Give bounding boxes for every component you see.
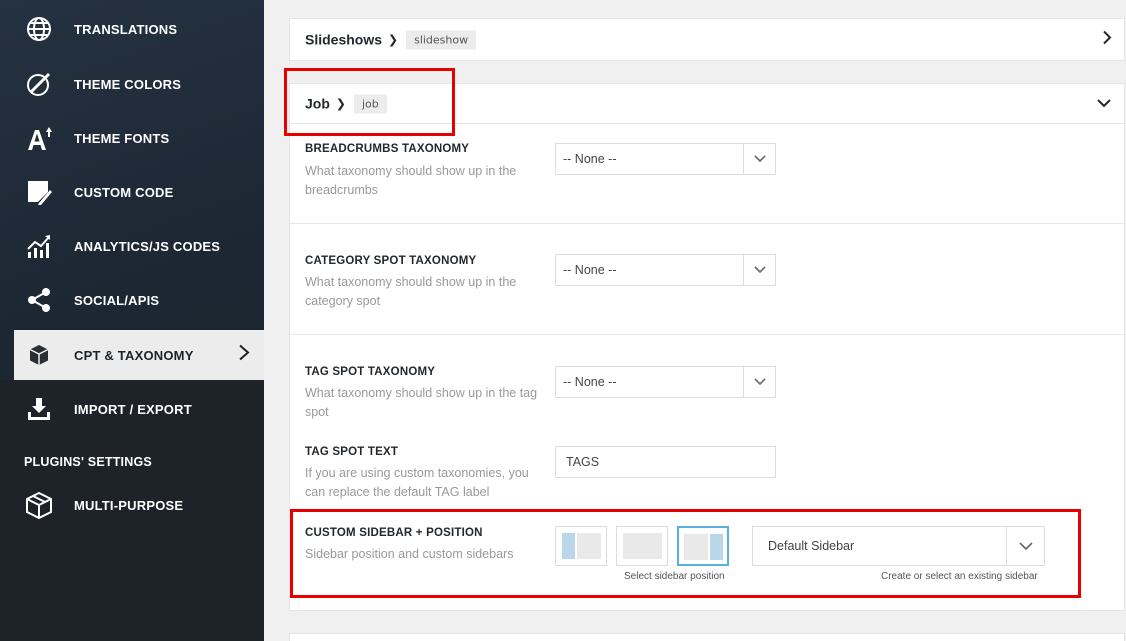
- right-sidebar-block: [710, 534, 723, 560]
- cube-icon: [24, 340, 54, 370]
- panel-job-header[interactable]: Job ❯ job: [290, 84, 1124, 124]
- field-title: CUSTOM SIDEBAR + POSITION: [305, 527, 483, 539]
- panel-slug-tag: slideshow: [406, 30, 477, 49]
- sidebar-item-label: THEME COLORS: [74, 76, 182, 92]
- sidebar-item-translations[interactable]: TRANSLATIONS: [14, 4, 264, 54]
- field-description: If you are using custom taxonomies, you …: [305, 466, 529, 499]
- sidebar-item-cpt-taxonomy[interactable]: CPT & TAXONOMY: [14, 330, 264, 380]
- chevron-right-icon[interactable]: [1102, 29, 1112, 50]
- field-title: TAG SPOT TAXONOMY: [305, 366, 436, 378]
- select-value: Default Sidebar: [768, 539, 855, 553]
- select-value: -- None --: [563, 375, 617, 389]
- content-block: [577, 533, 601, 559]
- field-description: What taxonomy should show up in the brea…: [305, 164, 517, 197]
- panel-title: Job: [305, 95, 330, 112]
- panel-title-group: Job ❯ job: [305, 94, 387, 113]
- font-icon: [24, 123, 54, 153]
- sidebar-item-label: IMPORT / EXPORT: [74, 401, 192, 417]
- field-title: CATEGORY SPOT TAXONOMY: [305, 255, 477, 267]
- sidebar-hint: Create or select an existing sidebar: [881, 571, 1038, 582]
- panel-title-group: Slideshows ❯ slideshow: [305, 30, 477, 49]
- box-icon: [24, 490, 54, 520]
- sidebar-item-label: ANALYTICS/JS CODES: [74, 238, 221, 254]
- sidebar-item-multi-purpose[interactable]: MULTI-PURPOSE: [14, 480, 264, 530]
- position-hint: Select sidebar position: [624, 571, 725, 582]
- panel-slideshows-header[interactable]: Slideshows ❯ slideshow: [289, 18, 1125, 61]
- select-value: -- None --: [563, 263, 617, 277]
- divider: [290, 223, 1124, 224]
- sidebar-item-label: MULTI-PURPOSE: [74, 497, 184, 513]
- sidebar-item-label: CPT & TAXONOMY: [74, 347, 194, 363]
- panel-title: Slideshows: [305, 31, 383, 48]
- field-description: What taxonomy should show up in the cate…: [305, 275, 517, 308]
- sidebar-item-label: THEME FONTS: [74, 130, 170, 146]
- panel-slug-tag: job: [353, 94, 387, 113]
- tag-spot-text-input[interactable]: TAGS: [555, 446, 776, 478]
- sidebar-item-theme-colors[interactable]: THEME COLORS: [14, 59, 264, 109]
- brush-icon: [24, 69, 54, 99]
- select-value: -- None --: [563, 152, 617, 166]
- chevron-right-icon: [238, 344, 250, 367]
- chevron-down-icon[interactable]: [743, 367, 775, 397]
- sidebar-item-label: SOCIAL/APIS: [74, 292, 160, 308]
- field-description: Sidebar position and custom sidebars: [305, 547, 514, 561]
- caret-right-icon: ❯: [388, 32, 399, 47]
- breadcrumbs-taxonomy-select[interactable]: -- None --: [555, 143, 776, 175]
- field-title: TAG SPOT TEXT: [305, 446, 399, 458]
- divider: [290, 334, 1124, 335]
- sidebar-item-label: CUSTOM CODE: [74, 184, 174, 200]
- content-block: [623, 533, 662, 559]
- chart-icon: [24, 231, 54, 261]
- category-spot-taxonomy-select[interactable]: -- None --: [555, 254, 776, 286]
- sidebar-position-none[interactable]: [616, 526, 668, 566]
- sidebar-item-import-export[interactable]: IMPORT / EXPORT: [14, 384, 264, 434]
- code-icon: [24, 177, 54, 207]
- caret-right-icon: ❯: [335, 96, 346, 111]
- globe-icon: [24, 14, 54, 44]
- sidebar-position-right[interactable]: [677, 526, 729, 566]
- download-icon: [24, 394, 54, 424]
- chevron-down-icon[interactable]: [1006, 527, 1044, 565]
- custom-sidebar-row: CUSTOM SIDEBAR + POSITION Sidebar positi…: [290, 510, 1124, 610]
- panel-job: Job ❯ job BREADCRUMBS TAXONOMY What taxo…: [289, 83, 1125, 611]
- chevron-down-icon[interactable]: [1096, 95, 1112, 113]
- sidebar-item-label: TRANSLATIONS: [74, 21, 178, 37]
- sidebar-position-left[interactable]: [555, 526, 607, 566]
- left-sidebar-block: [562, 533, 575, 559]
- sidebar-item-theme-fonts[interactable]: THEME FONTS: [14, 113, 264, 163]
- sidebar-item-custom-code[interactable]: CUSTOM CODE: [14, 167, 264, 217]
- admin-sidebar: TRANSLATIONS THEME COLORS THEME FONTS CU…: [0, 0, 264, 641]
- chevron-down-icon[interactable]: [743, 144, 775, 174]
- tag-spot-taxonomy-select[interactable]: -- None --: [555, 366, 776, 398]
- sidebar-item-social[interactable]: SOCIAL/APIS: [14, 275, 264, 325]
- field-title: BREADCRUMBS TAXONOMY: [305, 143, 470, 155]
- chevron-down-icon[interactable]: [743, 255, 775, 285]
- content-block: [684, 534, 708, 560]
- share-icon: [24, 285, 54, 315]
- field-description: What taxonomy should show up in the tag …: [305, 386, 538, 419]
- custom-sidebar-select[interactable]: Default Sidebar: [752, 526, 1045, 566]
- sidebar-item-analytics[interactable]: ANALYTICS/JS CODES: [14, 221, 264, 271]
- next-panel-edge: [289, 633, 1125, 641]
- plugins-settings-heading: PLUGINS' SETTINGS: [24, 455, 152, 469]
